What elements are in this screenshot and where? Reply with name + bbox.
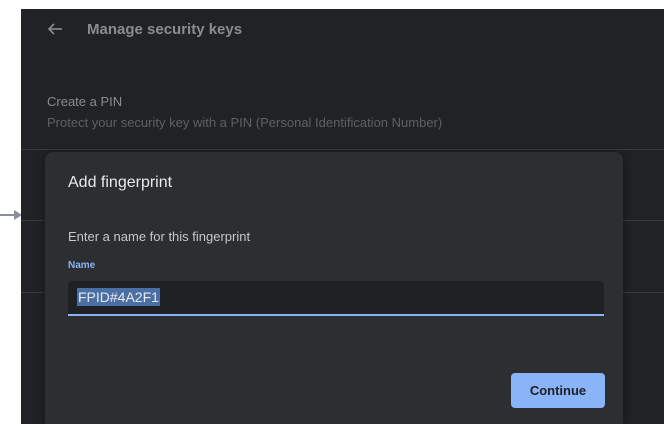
dialog-title: Add fingerprint <box>68 174 173 191</box>
create-pin-row[interactable]: Create a PIN Protect your security key w… <box>21 83 664 150</box>
header: Manage security keys <box>21 9 664 51</box>
create-pin-description: Protect your security key with a PIN (Pe… <box>47 115 443 130</box>
continue-button[interactable]: Continue <box>511 373 605 408</box>
name-input-value[interactable]: FPID#4A2F1 <box>77 288 160 306</box>
name-field[interactable]: FPID#4A2F1 <box>68 281 604 316</box>
page-title: Manage security keys <box>87 21 243 38</box>
pointer-arrow-icon <box>0 210 22 220</box>
name-field-label: Name <box>68 260 96 271</box>
add-fingerprint-dialog: Add fingerprint Enter a name for this fi… <box>45 152 623 424</box>
back-arrow-icon[interactable] <box>46 20 64 38</box>
dialog-subtitle: Enter a name for this fingerprint <box>68 229 251 244</box>
page: Manage security keys Create a PIN Protec… <box>0 0 664 424</box>
create-pin-title: Create a PIN <box>47 94 123 109</box>
